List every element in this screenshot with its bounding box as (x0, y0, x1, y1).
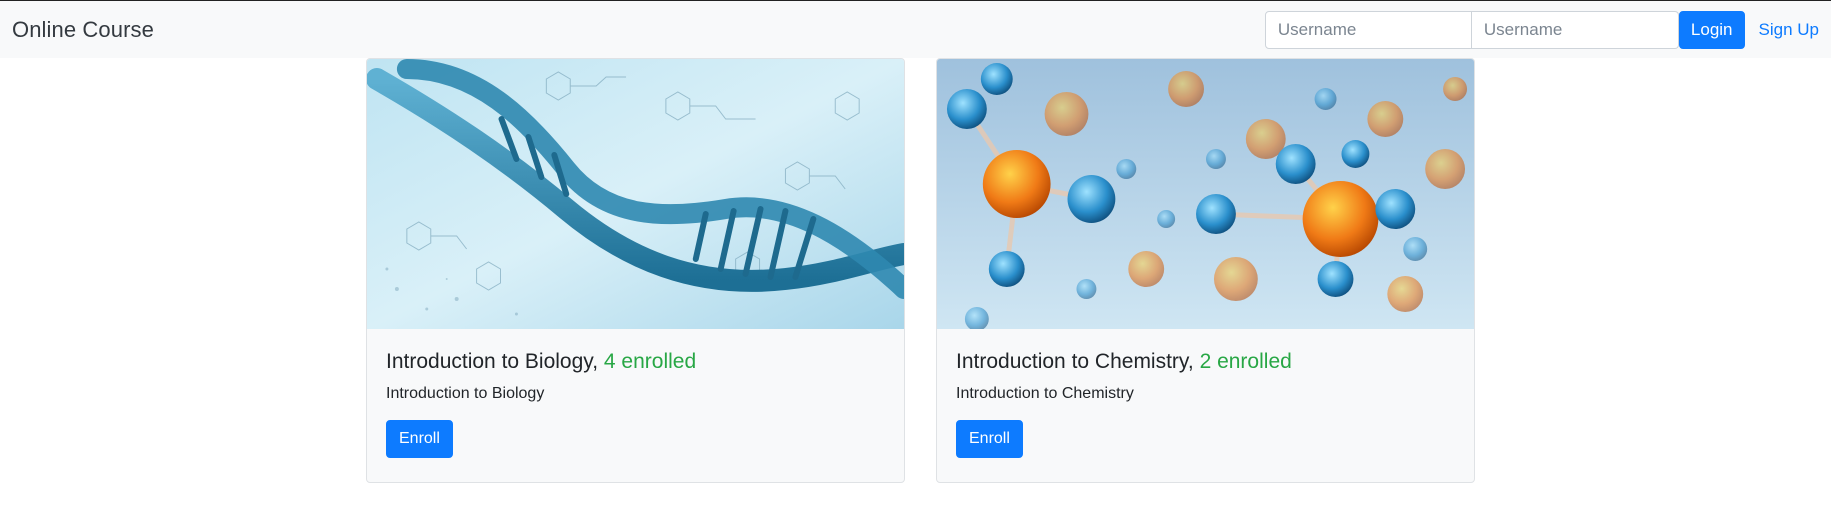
course-name: Introduction to Chemistry, (956, 350, 1194, 373)
course-card-biology: Introduction to Biology, 4 enrolled Intr… (366, 58, 905, 483)
card-body: Introduction to Chemistry, 2 enrolled In… (937, 329, 1474, 478)
enrolled-count: 4 enrolled (603, 350, 697, 373)
password-input[interactable] (1471, 10, 1679, 49)
course-title: Introduction to Chemistry, 2 enrolled (956, 349, 1455, 375)
molecules-image (937, 59, 1474, 329)
enroll-button[interactable]: Enroll (956, 420, 1023, 458)
course-list: Introduction to Biology, 4 enrolled Intr… (0, 58, 1831, 514)
dna-helix-image (367, 59, 904, 329)
course-description: Introduction to Chemistry (956, 385, 1134, 402)
brand-title[interactable]: Online Course (12, 17, 154, 43)
signup-link[interactable]: Sign Up (1759, 20, 1819, 40)
card-body: Introduction to Biology, 4 enrolled Intr… (367, 329, 904, 478)
course-title: Introduction to Biology, 4 enrolled (386, 349, 885, 375)
course-card-chemistry: Introduction to Chemistry, 2 enrolled In… (936, 58, 1475, 483)
login-button[interactable]: Login (1678, 10, 1745, 49)
course-description: Introduction to Biology (386, 385, 545, 402)
username-input[interactable] (1264, 10, 1472, 49)
course-name: Introduction to Biology, (386, 350, 599, 373)
navbar: Online Course Login Sign Up (0, 1, 1831, 58)
login-form: Login Sign Up (1264, 1, 1831, 58)
enrolled-count: 2 enrolled (1199, 350, 1292, 373)
enroll-button[interactable]: Enroll (386, 420, 453, 458)
